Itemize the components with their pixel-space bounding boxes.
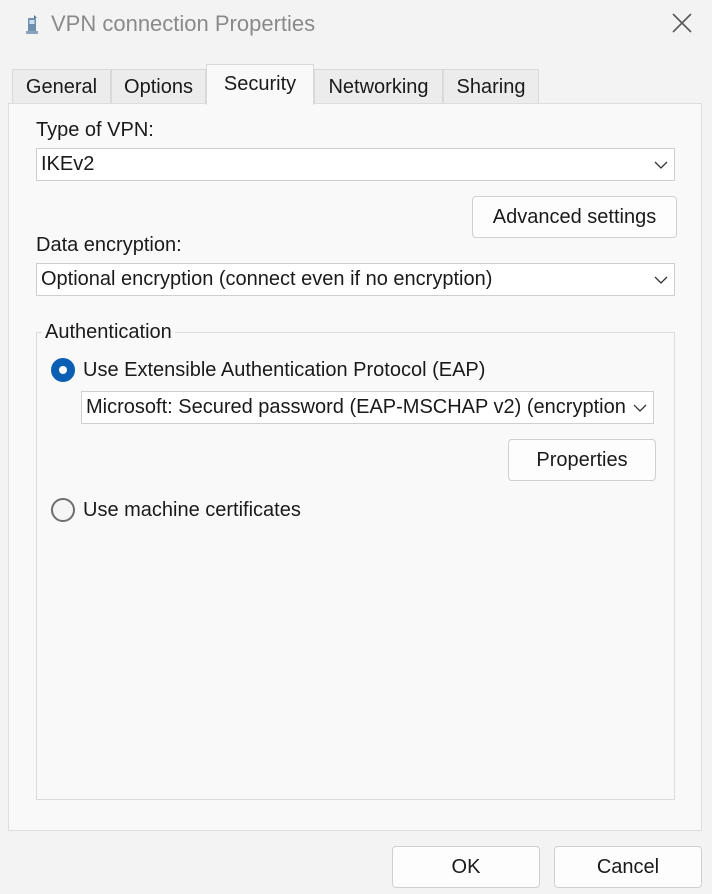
eap-option-label[interactable]: Use Extensible Authentication Protocol (… [83,358,485,382]
data-encryption-label: Data encryption: [36,234,182,256]
vpn-type-value: IKEv2 [41,153,95,175]
tab-options[interactable]: Options [111,69,206,104]
data-encryption-value: Optional encryption (connect even if no … [41,268,493,290]
cancel-button[interactable]: Cancel [554,846,702,888]
vpn-type-label: Type of VPN: [36,119,154,141]
machine-certificates-radio[interactable] [51,498,75,522]
chevron-down-icon [648,264,674,295]
eap-method-value: Microsoft: Secured password (EAP-MSCHAP … [86,396,627,418]
vpn-type-select[interactable]: IKEv2 [36,148,675,181]
chevron-down-icon [648,149,674,180]
eap-properties-button[interactable]: Properties [508,439,656,481]
eap-method-select[interactable]: Microsoft: Secured password (EAP-MSCHAP … [81,391,654,424]
network-connection-icon [26,15,38,34]
close-button[interactable] [664,6,700,40]
tab-general[interactable]: General [12,69,111,104]
title-bar: VPN connection Properties [0,0,712,50]
tab-networking[interactable]: Networking [314,69,443,104]
advanced-settings-button[interactable]: Advanced settings [472,196,677,238]
window-title: VPN connection Properties [51,11,316,36]
tab-security[interactable]: Security [206,64,314,105]
tab-strip: General Options Security Networking Shar… [12,64,702,105]
tab-sharing[interactable]: Sharing [443,69,539,104]
eap-radio[interactable] [51,358,75,382]
ok-button[interactable]: OK [392,846,540,888]
close-icon [672,13,692,33]
data-encryption-select[interactable]: Optional encryption (connect even if no … [36,263,675,296]
authentication-group-label: Authentication [42,320,175,344]
chevron-down-icon [627,392,653,423]
machine-certificates-label[interactable]: Use machine certificates [83,498,301,522]
